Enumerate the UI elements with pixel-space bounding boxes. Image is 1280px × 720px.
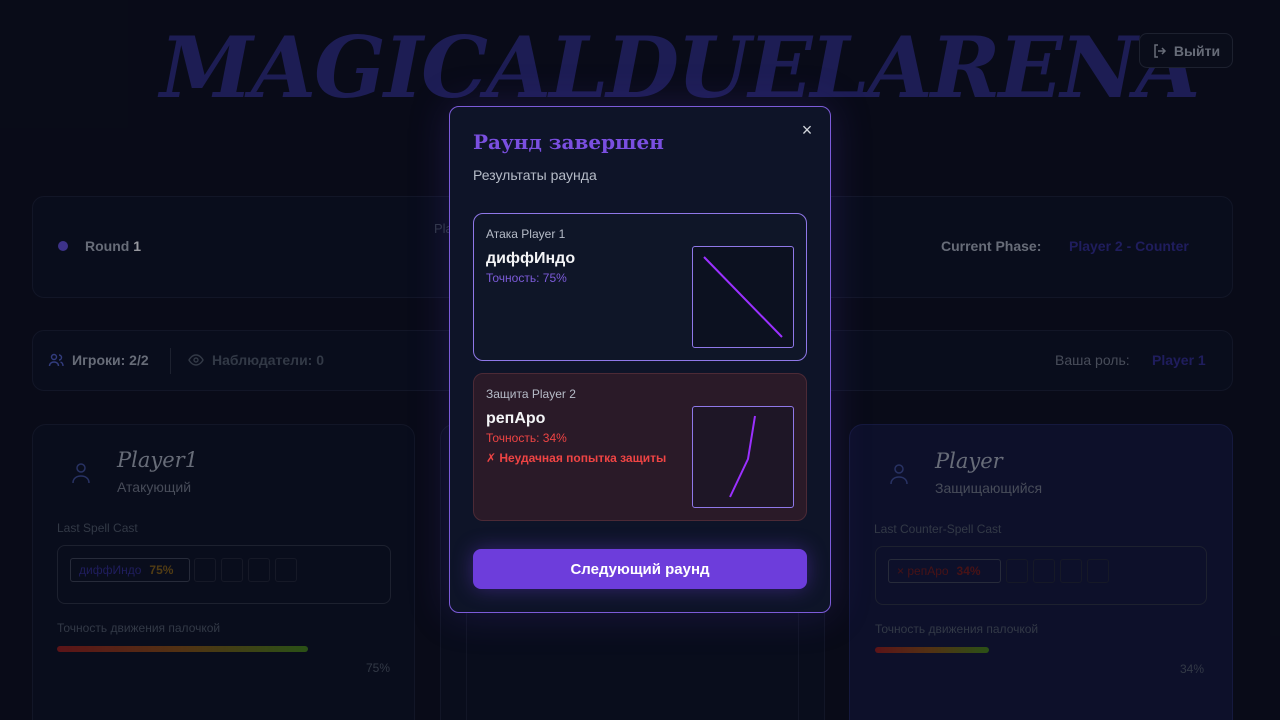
defense-wand-trace — [692, 406, 794, 508]
game-page: MAGICALDUELARENA Выйти Round 1 Pla Curre… — [0, 0, 1280, 720]
attack-label: Атака Player 1 — [486, 227, 566, 241]
modal-subtitle: Результаты раунда — [473, 167, 597, 183]
attack-spell-name: диффИндо — [486, 250, 576, 267]
close-icon[interactable]: × — [798, 121, 816, 139]
defense-trace-path — [729, 415, 756, 498]
next-round-button[interactable]: Следующий раунд — [473, 549, 807, 589]
defense-accuracy: Точность: 34% — [486, 431, 567, 445]
attack-accuracy: Точность: 75% — [486, 271, 567, 285]
attack-trace-path — [703, 256, 783, 338]
attack-wand-trace — [692, 246, 794, 348]
modal-title: Раунд завершен — [473, 130, 664, 154]
defense-fail-message: ✗ Неудачная попытка защиты — [486, 451, 667, 465]
defense-spell-name: репАро — [486, 410, 546, 427]
defense-label: Защита Player 2 — [486, 387, 576, 401]
